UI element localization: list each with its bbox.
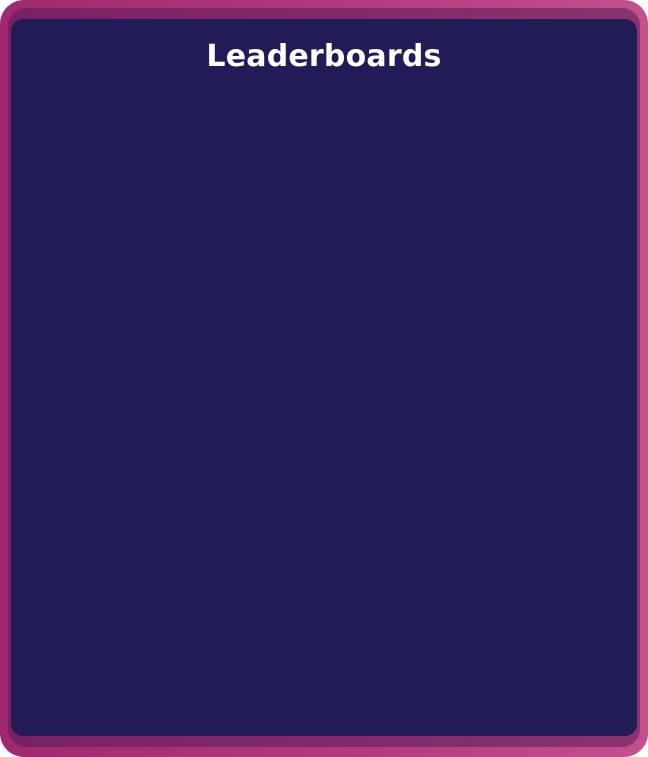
leaderboard-panel: Leaderboards xyxy=(11,19,637,736)
leaderboard-list xyxy=(31,99,617,716)
leaderboard-frame: Leaderboards xyxy=(0,0,648,757)
leaderboard-title: Leaderboards xyxy=(206,39,442,74)
